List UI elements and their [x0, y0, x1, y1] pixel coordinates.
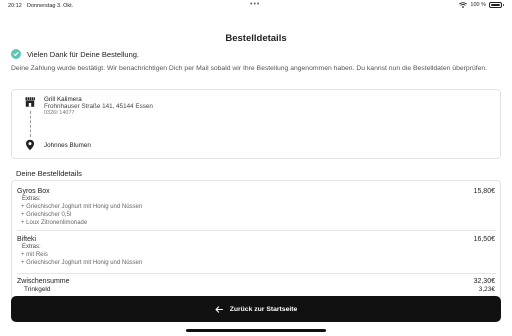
status-date: Donnerstag 3. Okt.	[27, 3, 74, 9]
battery-icon	[489, 2, 504, 8]
subtotal-value: 32,30€	[473, 278, 495, 285]
extra-item: + mit Reis	[21, 252, 48, 258]
extras-label: Extras:	[22, 244, 41, 250]
wifi-icon	[459, 2, 468, 8]
extra-item: + Loux Zitronenlimonade	[21, 220, 88, 226]
store-icon	[25, 97, 35, 107]
customer-name: Johnnes Blumen	[44, 142, 91, 149]
back-button-label: Zurück zur Startseite	[229, 305, 298, 313]
route-dashed-line	[29, 111, 31, 137]
item-divider	[17, 273, 496, 274]
page-title: Bestelldetails	[225, 33, 287, 44]
home-indicator[interactable]	[186, 329, 326, 332]
store-phone[interactable]: 0326I 14077	[44, 110, 75, 116]
subtotal-label: Zwischensumme	[17, 278, 70, 285]
confirmation-row: Vielen Dank für Deine Bestellung.	[11, 49, 139, 59]
checkmark-badge-icon	[11, 49, 21, 59]
store-name: Grill Kalimera	[44, 96, 82, 103]
store-address: Frohnhauser Straße 141, 45144 Essen	[44, 103, 153, 110]
item-name: Gyros Box	[17, 188, 50, 195]
multitasking-dots[interactable]: •••	[250, 1, 260, 8]
status-bar: 20:12 Donnerstag 3. Okt. ••• 100 %	[0, 0, 512, 12]
order-details-heading: Deine Bestelldetails	[16, 169, 82, 178]
extra-item: + Griechischer Joghurt mit Honig und Nüs…	[21, 260, 143, 266]
item-price: 16,50€	[473, 236, 495, 243]
tip-value: 3,23€	[478, 286, 495, 293]
confirmation-info: Deine Zahlung wurde bestätigt. Wir benac…	[11, 65, 488, 72]
tip-label: Trinkgeld	[24, 286, 51, 293]
extra-item: + Griechischer 0,5l	[21, 212, 72, 218]
item-price: 15,80€	[473, 188, 495, 195]
extras-label: Extras:	[22, 196, 41, 202]
status-time: 20:12	[8, 3, 22, 9]
status-right: 100 %	[459, 2, 504, 8]
route-card: Grill Kalimera Frohnhauser Straße 141, 4…	[11, 89, 501, 159]
order-list[interactable]: Gyros Box 15,80€ Extras: + Griechischer …	[11, 180, 501, 300]
item-name: Bifteki	[17, 236, 37, 243]
battery-percent: 100 %	[470, 2, 486, 8]
thanks-message: Vielen Dank für Deine Bestellung.	[27, 49, 140, 59]
item-divider	[17, 230, 496, 231]
extra-item: + Griechischer Joghurt mit Honig und Nüs…	[21, 204, 143, 210]
location-pin-icon	[26, 139, 34, 151]
back-to-home-button[interactable]: Zurück zur Startseite	[11, 296, 501, 322]
arrow-left-icon	[215, 305, 223, 313]
